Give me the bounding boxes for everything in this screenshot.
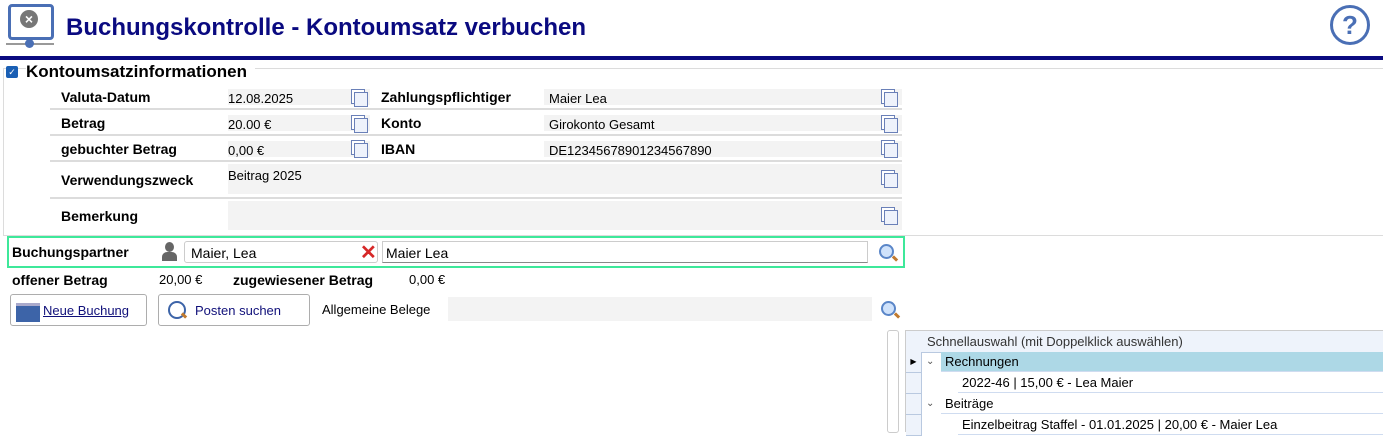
page-title: Buchungskontrolle - Kontoumsatz verbuche… xyxy=(66,14,587,41)
bemerkung-label: Bemerkung xyxy=(61,208,139,224)
section-title: Kontoumsatzinformationen xyxy=(26,62,255,82)
scrollbar[interactable] xyxy=(887,330,899,433)
person-icon xyxy=(162,242,177,262)
zugewiesen-value: 0,00 € xyxy=(409,272,446,287)
partner-label: Buchungspartner xyxy=(12,244,129,260)
valuta-label: Valuta-Datum xyxy=(61,89,151,105)
copy-icon[interactable] xyxy=(884,173,898,188)
clear-icon[interactable]: ✕ xyxy=(360,240,377,265)
copy-icon[interactable] xyxy=(884,118,898,133)
grid-header: Schnellauswahl (mit Doppelklick auswähle… xyxy=(906,331,1383,353)
partner-value: Maier, Lea xyxy=(191,245,257,261)
neue-buchung-button[interactable]: Neue Buchung xyxy=(10,294,147,326)
konto-field: Girokonto Gesamt xyxy=(544,115,902,132)
help-icon[interactable]: ? xyxy=(1330,5,1370,45)
zugewiesen-label: zugewiesener Betrag xyxy=(233,272,374,288)
konto-label: Konto xyxy=(381,115,422,131)
iban-field: DE12345678901234567890 xyxy=(544,141,902,158)
search-icon[interactable] xyxy=(879,244,894,259)
zahler-label: Zahlungspflichtiger xyxy=(381,89,511,105)
partner-name-field[interactable]: Maier Lea xyxy=(382,241,868,263)
zweck-field: Beitrag 2025 xyxy=(228,164,902,194)
betrag-label: Betrag xyxy=(61,115,106,131)
offen-value: 20,00 € xyxy=(159,272,203,287)
betrag-field: 20.00 € xyxy=(228,115,370,132)
gebucht-field: 0,00 € xyxy=(228,141,370,158)
quick-select-grid: Schnellauswahl (mit Doppelklick auswähle… xyxy=(905,330,1383,436)
copy-icon[interactable] xyxy=(884,92,898,107)
belege-field[interactable] xyxy=(448,297,872,321)
tree-item-beitraege[interactable]: Beiträge xyxy=(941,394,1383,414)
header-divider xyxy=(0,56,1383,60)
zweck-label: Verwendungszweck xyxy=(61,172,194,188)
belege-label: Allgemeine Belege xyxy=(322,302,431,317)
zahler-field: Maier Lea xyxy=(544,89,902,106)
tree-item-rechnungen[interactable]: Rechnungen xyxy=(941,352,1383,372)
copy-icon[interactable] xyxy=(884,143,898,158)
iban-label: IBAN xyxy=(381,141,416,157)
copy-icon[interactable] xyxy=(354,143,368,158)
copy-icon[interactable] xyxy=(354,118,368,133)
app-icon: × xyxy=(6,4,54,48)
offen-label: offener Betrag xyxy=(12,272,108,288)
valuta-field: 12.08.2025 xyxy=(228,89,370,106)
search-icon xyxy=(168,301,186,319)
search-icon[interactable] xyxy=(881,301,896,316)
copy-icon[interactable] xyxy=(884,210,898,225)
tree-item[interactable]: 2022-46 | 15,00 € - Lea Maier xyxy=(958,373,1383,393)
gebucht-label: gebuchter Betrag xyxy=(61,141,177,157)
partner-input[interactable]: Maier, Lea xyxy=(184,241,378,263)
bemerkung-field[interactable] xyxy=(228,201,902,230)
tree-item[interactable]: Einzelbeitrag Staffel - 01.01.2025 | 20,… xyxy=(958,415,1383,435)
new-booking-icon xyxy=(16,303,40,322)
section-checkbox[interactable]: ✓ xyxy=(6,66,18,78)
posten-suchen-button[interactable]: Posten suchen xyxy=(158,294,310,326)
copy-icon[interactable] xyxy=(354,92,368,107)
